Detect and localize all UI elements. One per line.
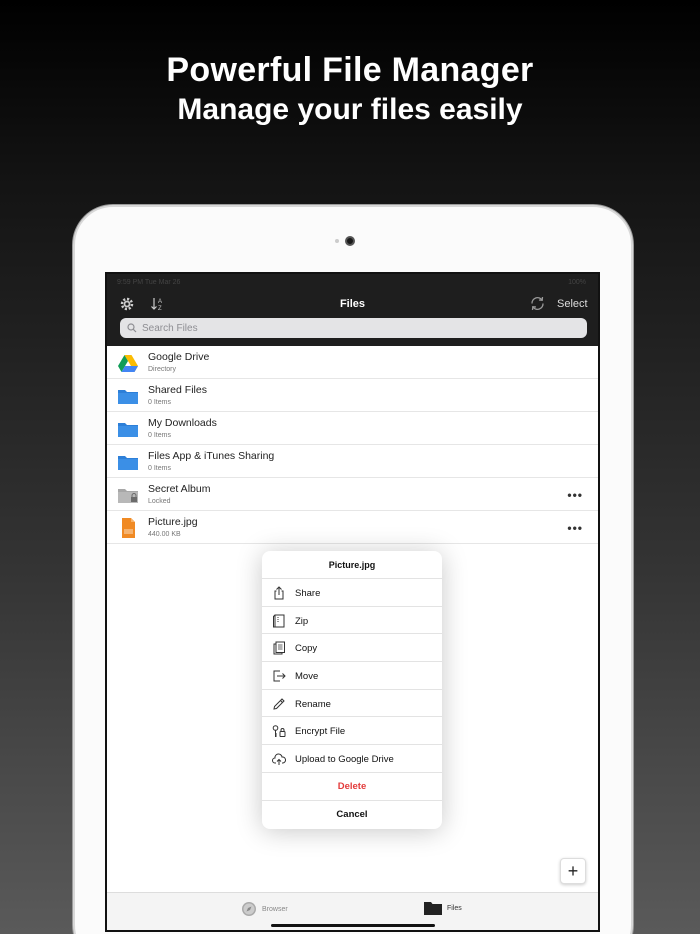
folder-icon: [118, 423, 138, 437]
tab-browser[interactable]: Browser: [241, 901, 288, 917]
pencil-icon: [273, 698, 285, 710]
google-drive-icon: [118, 355, 138, 372]
page-title: Files: [339, 298, 366, 310]
share-icon: [274, 586, 284, 600]
promo-headline: Powerful File Manager Manage your files …: [0, 50, 700, 129]
file-actions-popover: Picture.jpg Share Zip Copy Move Rename E…: [262, 551, 442, 829]
share-menu-item[interactable]: Share: [262, 579, 442, 607]
move-menu-item[interactable]: Move: [262, 662, 442, 690]
list-item-files-app-sharing[interactable]: Files App & iTunes Sharing 0 Items: [107, 445, 598, 478]
folder-icon: [118, 456, 138, 470]
tab-label: Browser: [262, 905, 288, 913]
key-lock-icon: [272, 725, 286, 738]
front-camera: [345, 236, 355, 246]
folder-tab-icon: [424, 902, 442, 915]
encrypt-file-menu-item[interactable]: Encrypt File: [262, 717, 442, 746]
list-item-secret-album[interactable]: Secret Album Locked •••: [107, 478, 598, 511]
folder-icon: [118, 390, 138, 404]
file-list: Google Drive Directory Shared Files 0 It…: [107, 346, 598, 544]
search-input[interactable]: [142, 322, 562, 334]
menu-label: Encrypt File: [295, 726, 346, 738]
popover-title: Picture.jpg: [262, 551, 442, 579]
menu-label: Upload to Google Drive: [295, 754, 394, 766]
navigation-bar: 9:59 PM Tue Mar 26 100% A Z Files Select: [107, 274, 598, 346]
file-detail: 0 Items: [148, 432, 171, 439]
menu-label: Share: [295, 588, 321, 599]
rename-menu-item[interactable]: Rename: [262, 690, 442, 718]
menu-label: Rename: [295, 698, 331, 710]
file-detail: Locked: [148, 498, 171, 505]
cancel-button[interactable]: Cancel: [262, 801, 442, 829]
camera-sensor: [335, 239, 339, 243]
home-indicator: [271, 924, 435, 927]
list-item-my-downloads[interactable]: My Downloads 0 Items: [107, 412, 598, 445]
search-icon: [127, 323, 137, 333]
file-name: Google Drive: [148, 351, 210, 363]
jpg-file-icon: [122, 518, 135, 538]
zip-icon: [273, 614, 285, 628]
file-name: Secret Album: [148, 483, 211, 495]
file-name: Shared Files: [148, 384, 207, 396]
copy-menu-item[interactable]: Copy: [262, 634, 442, 663]
file-detail: 0 Items: [148, 465, 171, 472]
promo-title: Powerful File Manager: [166, 51, 534, 89]
compass-icon: [242, 902, 256, 916]
menu-label: Move: [295, 671, 319, 683]
list-item-shared-files[interactable]: Shared Files 0 Items: [107, 379, 598, 412]
add-button[interactable]: +: [560, 858, 586, 884]
move-icon: [273, 670, 286, 682]
file-name: Picture.jpg: [148, 516, 198, 528]
tab-files[interactable]: Files: [424, 901, 462, 915]
file-detail: 440.00 KB: [148, 531, 181, 538]
more-options-button[interactable]: •••: [567, 488, 583, 502]
search-bar[interactable]: [120, 318, 587, 338]
cloud-upload-icon: [272, 753, 286, 766]
list-item-google-drive[interactable]: Google Drive Directory: [107, 346, 598, 379]
menu-label: Zip: [295, 615, 309, 627]
tab-label: Files: [447, 904, 462, 912]
file-name: Files App & iTunes Sharing: [148, 450, 275, 462]
delete-button[interactable]: Delete: [262, 773, 442, 801]
copy-icon: [273, 641, 285, 655]
select-button[interactable]: Select: [557, 298, 588, 310]
promo-subtitle: Manage your files easily: [177, 93, 523, 126]
status-time: 9:59 PM Tue Mar 26: [117, 279, 181, 286]
sync-icon[interactable]: [529, 295, 546, 312]
locked-folder-icon: [118, 489, 138, 503]
status-battery: 100%: [568, 279, 586, 286]
file-detail: Directory: [148, 366, 177, 373]
list-item-picture-jpg[interactable]: Picture.jpg 440.00 KB •••: [107, 511, 598, 544]
menu-label: Copy: [295, 643, 318, 655]
zip-menu-item[interactable]: Zip: [262, 607, 442, 635]
file-name: My Downloads: [148, 417, 217, 429]
upload-google-drive-menu-item[interactable]: Upload to Google Drive: [262, 745, 442, 773]
file-detail: 0 Items: [148, 399, 171, 406]
more-options-button[interactable]: •••: [567, 521, 583, 535]
